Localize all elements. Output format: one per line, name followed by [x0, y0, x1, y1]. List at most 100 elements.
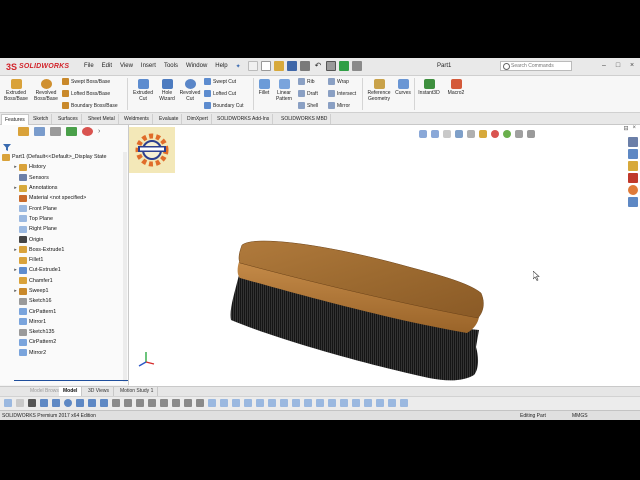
tree-scrollbar[interactable] — [123, 152, 127, 382]
boundary-cut-button[interactable]: Boundary Cut — [204, 102, 244, 109]
fillet-sketch-icon[interactable] — [184, 399, 192, 407]
fillet-button[interactable]: Fillet — [256, 79, 272, 96]
tree-item-cut-extrude1[interactable]: ▸ Cut-Extrude1 — [0, 265, 128, 275]
tree-item-sketch135[interactable]: Sketch135 — [0, 327, 128, 337]
tree-item-fillet1[interactable]: Fillet1 — [0, 255, 128, 265]
arc-icon[interactable] — [88, 399, 96, 407]
revolved-cut-button[interactable]: Revolved Cut — [178, 79, 202, 102]
trim-icon[interactable] — [112, 399, 120, 407]
wireframe-icon[interactable] — [364, 399, 372, 407]
options-icon[interactable] — [352, 61, 362, 71]
tree-item-top-plane[interactable]: Top Plane — [0, 214, 128, 224]
lofted-boss-button[interactable]: Lofted Boss/Base — [62, 90, 110, 97]
expand-arrow-icon[interactable]: ▸ — [12, 247, 19, 253]
plane-icon[interactable] — [208, 399, 216, 407]
mirror-button[interactable]: Mirror — [328, 102, 350, 109]
tree-item-sketch16[interactable]: Sketch16 — [0, 296, 128, 306]
tree-item-sensors[interactable]: Sensors — [0, 173, 128, 183]
tree-root-part[interactable]: Part1 (Default<<Default>_Display State — [0, 152, 128, 162]
search-input[interactable]: Search Commands — [500, 61, 572, 71]
menu-help[interactable]: Help — [215, 63, 227, 70]
select-filter-icon[interactable] — [28, 399, 36, 407]
spline-icon[interactable] — [100, 399, 108, 407]
menu-tools[interactable]: Tools — [164, 63, 178, 70]
undo-icon[interactable]: ↶ — [313, 61, 323, 71]
view-icon[interactable] — [304, 399, 312, 407]
tab-solidworks-addins[interactable]: SOLIDWORKS Add-Ins — [214, 114, 274, 124]
expand-arrow-icon[interactable]: ▸ — [12, 288, 19, 294]
expand-arrow-icon[interactable]: ▸ — [12, 164, 19, 170]
swept-cut-button[interactable]: Swept Cut — [204, 78, 236, 85]
show-icon[interactable] — [328, 399, 336, 407]
shadows-icon[interactable] — [388, 399, 396, 407]
tab-evaluate[interactable]: Evaluate — [156, 114, 183, 124]
extruded-cut-button[interactable]: Extruded Cut — [130, 79, 156, 102]
curves-button[interactable]: Curves — [394, 79, 412, 96]
display-icon[interactable] — [256, 399, 264, 407]
expand-arrow-icon[interactable]: ▸ — [12, 267, 19, 273]
normal-to-icon[interactable] — [4, 399, 12, 407]
tree-item-history[interactable]: ▸ History — [0, 162, 128, 172]
new-document-icon[interactable] — [261, 61, 271, 71]
lofted-cut-button[interactable]: Lofted Cut — [204, 90, 236, 97]
intersect-button[interactable]: Intersect — [328, 90, 356, 97]
swept-boss-button[interactable]: Swept Boss/Base — [62, 78, 110, 85]
pin-icon[interactable]: ✦ — [236, 63, 241, 70]
tab-features[interactable]: Features — [1, 114, 29, 125]
point-icon[interactable] — [160, 399, 168, 407]
wrap-button[interactable]: Wrap — [328, 78, 349, 85]
expand-arrow-icon[interactable]: ▸ — [12, 185, 19, 191]
tab-sketch[interactable]: Sketch — [30, 114, 53, 124]
sketch-icon[interactable] — [16, 399, 24, 407]
home-icon[interactable] — [248, 61, 258, 71]
tree-item-front-plane[interactable]: Front Plane — [0, 203, 128, 213]
tree-item-annotations[interactable]: ▸ Annotations — [0, 183, 128, 193]
menu-insert[interactable]: Insert — [141, 63, 156, 70]
revolved-boss-button[interactable]: Revolved Boss/Base — [32, 79, 60, 102]
open-icon[interactable] — [274, 61, 284, 71]
appearance-icon[interactable] — [244, 399, 252, 407]
tab-sheet-metal[interactable]: Sheet Metal — [85, 114, 119, 124]
menu-window[interactable]: Window — [186, 63, 207, 70]
minimize-icon[interactable]: – — [600, 62, 608, 70]
macro-button[interactable]: Macro2 — [445, 79, 467, 96]
tree-item-origin[interactable]: Origin — [0, 234, 128, 244]
rollback-bar[interactable] — [14, 380, 128, 381]
tab-3d-views[interactable]: 3D Views — [84, 387, 115, 396]
tree-item-mirror1[interactable]: Mirror1 — [0, 317, 128, 327]
maximize-icon[interactable]: □ — [614, 62, 622, 70]
extruded-boss-button[interactable]: Extruded Boss/Base — [3, 79, 29, 102]
tab-motion-study[interactable]: Motion Study 1 — [116, 387, 159, 396]
section-icon[interactable] — [232, 399, 240, 407]
shell-button[interactable]: Shell — [298, 102, 318, 109]
tab-solidworks-mbd[interactable]: SOLIDWORKS MBD — [278, 114, 332, 124]
tab-weldments[interactable]: Weldments — [121, 114, 153, 124]
offset-icon[interactable] — [124, 399, 132, 407]
save-icon[interactable] — [287, 61, 297, 71]
menu-view[interactable]: View — [120, 63, 133, 70]
rotate-icon[interactable] — [268, 399, 276, 407]
status-units[interactable]: MMGS — [572, 411, 588, 420]
menu-edit[interactable]: Edit — [102, 63, 112, 70]
configuration-manager-tab-icon[interactable] — [50, 127, 61, 136]
dimxpert-manager-tab-icon[interactable] — [66, 127, 77, 136]
measure-icon[interactable] — [220, 399, 228, 407]
text-icon[interactable] — [196, 399, 204, 407]
tree-item-material-not-specified[interactable]: Material <not specified> — [0, 193, 128, 203]
graphics-area[interactable]: ⊟ × — [129, 125, 640, 386]
tree-item-boss-extrude1[interactable]: ▸ Boss-Extrude1 — [0, 245, 128, 255]
print-icon[interactable] — [300, 61, 310, 71]
brush-model[interactable] — [129, 125, 640, 386]
boundary-boss-button[interactable]: Boundary Boss/Base — [62, 102, 118, 109]
tree-item-cirpattern2[interactable]: CirPattern2 — [0, 337, 128, 347]
rectangle-icon[interactable] — [76, 399, 84, 407]
rib-button[interactable]: Rib — [298, 78, 315, 85]
centerline-icon[interactable] — [172, 399, 180, 407]
feature-manager-tab-icon[interactable] — [18, 127, 29, 136]
line-icon[interactable] — [52, 399, 60, 407]
tree-item-mirror2[interactable]: Mirror2 — [0, 348, 128, 358]
tree-item-sweep1[interactable]: ▸ Sweep1 — [0, 286, 128, 296]
mirror-entities-icon[interactable] — [136, 399, 144, 407]
smart-dimension-icon[interactable] — [40, 399, 48, 407]
perspective-icon[interactable] — [376, 399, 384, 407]
